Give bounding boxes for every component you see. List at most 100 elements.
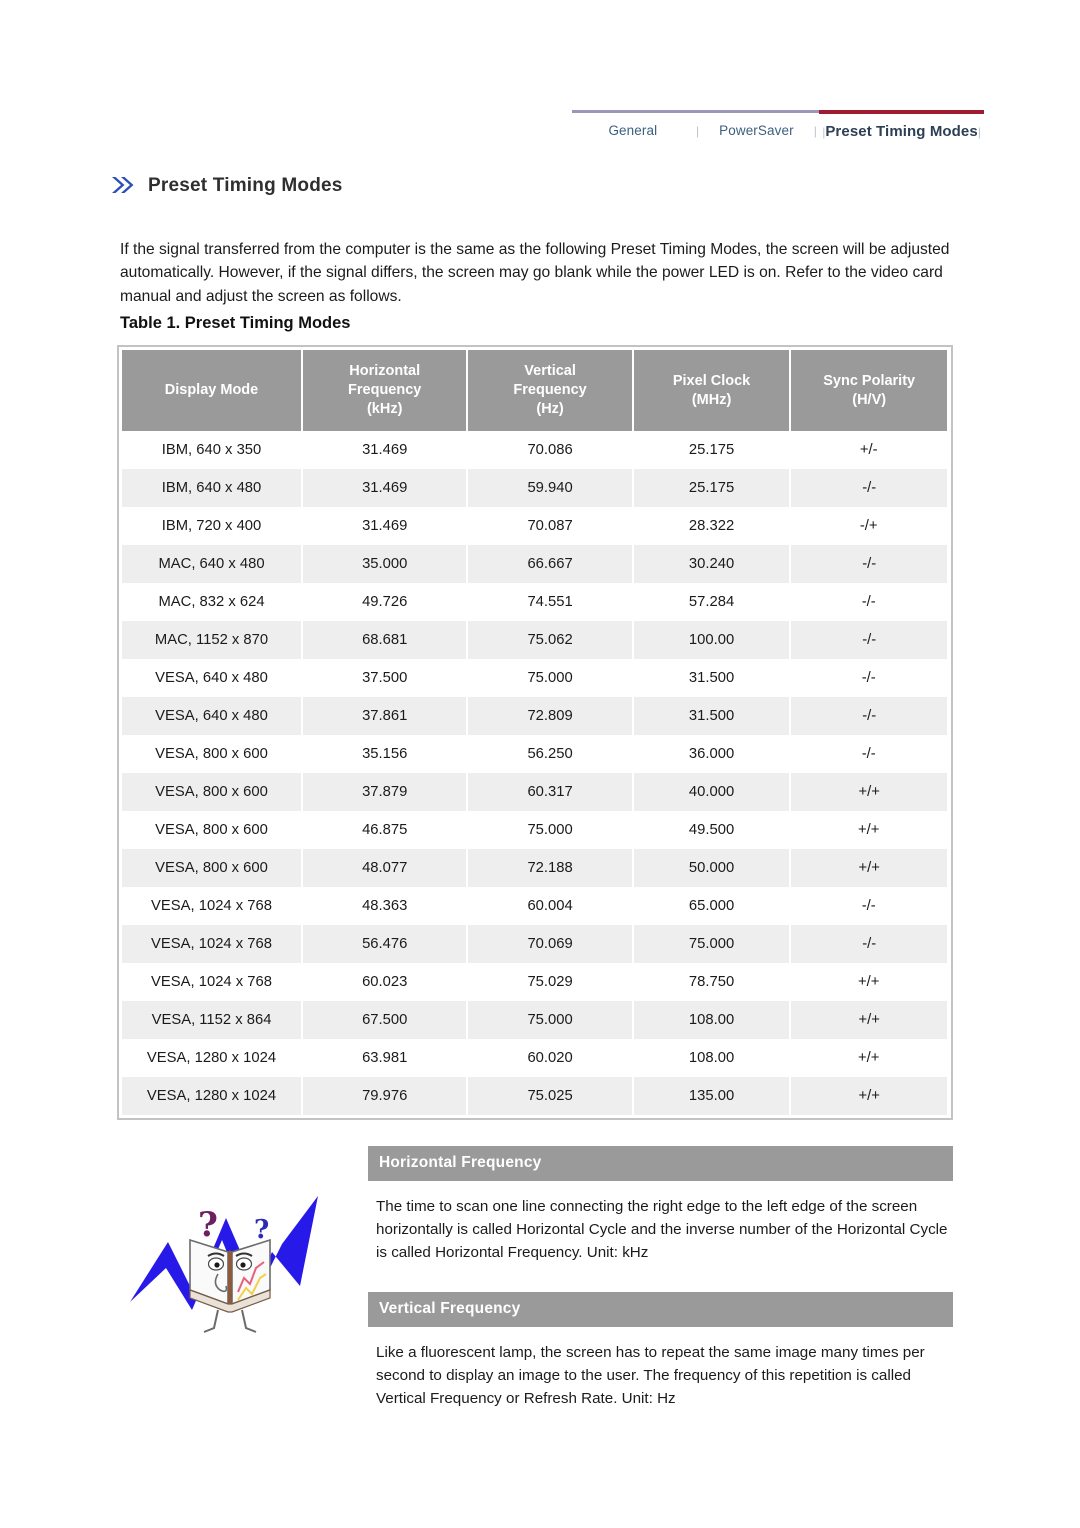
table-cell: 48.363 — [302, 887, 468, 925]
table-cell: 68.681 — [302, 621, 469, 659]
section-header-vertical-frequency: Vertical Frequency — [368, 1292, 953, 1327]
section-body-horizontal-frequency: The time to scan one line connecting the… — [376, 1198, 948, 1261]
table-cell: 78.750 — [632, 963, 791, 1001]
column-header-line: Vertical — [524, 363, 576, 379]
column-header-line: Frequency — [348, 382, 422, 398]
table-cell: 31.469 — [302, 507, 468, 545]
table-caption: Table 1. Preset Timing Modes — [120, 314, 351, 332]
info-sections: Horizontal Frequency The time to scan on… — [368, 1146, 953, 1410]
table-cell: -/+ — [790, 507, 947, 545]
column-header-pixel-clock: Pixel Clock (MHz) — [632, 350, 792, 431]
table-cell: 40.000 — [632, 773, 792, 811]
table-cell: 75.000 — [467, 811, 633, 849]
table-cell: 37.879 — [302, 773, 469, 811]
intro-paragraph: If the signal transferred from the compu… — [120, 240, 950, 305]
table-cell: 63.981 — [302, 1039, 468, 1077]
table-cell: -/- — [790, 887, 947, 925]
table-cell: VESA, 640 x 480 — [122, 697, 304, 735]
table-row: VESA, 1280 x 1024 63.981 60.020 108.00 +/+ — [122, 1039, 947, 1077]
preset-timing-modes-table-frame: Display Mode Horizontal Frequency (kHz) … — [117, 345, 953, 1120]
table-row: VESA, 1024 x 768 48.363 60.004 65.000 -/- — [122, 887, 947, 925]
table-row: IBM, 720 x 400 31.469 70.087 28.322 -/+ — [122, 507, 947, 545]
column-header-vertical-frequency: Vertical Frequency (Hz) — [467, 350, 634, 431]
tab-preset-timing-modes[interactable]: | Preset Timing Modes | — [819, 110, 984, 140]
table-row: VESA, 640 x 480 37.500 75.000 31.500 -/- — [122, 659, 947, 697]
table-cell: 56.476 — [302, 925, 469, 963]
table-cell: 49.500 — [632, 811, 791, 849]
table-row: MAC, 832 x 624 49.726 74.551 57.284 -/- — [122, 583, 947, 621]
table-cell: 35.000 — [302, 545, 469, 583]
table-cell: 60.317 — [467, 773, 634, 811]
table-cell: -/- — [790, 469, 947, 507]
page-heading: Preset Timing Modes — [110, 175, 343, 197]
table-head: Display Mode Horizontal Frequency (kHz) … — [122, 350, 947, 431]
table-cell: 48.077 — [302, 849, 469, 887]
table-cell: 75.025 — [467, 1077, 634, 1115]
table-cell: 72.188 — [467, 849, 634, 887]
table-cell: VESA, 800 x 600 — [122, 849, 304, 887]
section-body-vertical-frequency: Like a fluorescent lamp, the screen has … — [376, 1344, 925, 1407]
table-row: IBM, 640 x 480 31.469 59.940 25.175 -/- — [122, 469, 947, 507]
table-cell: +/+ — [790, 1077, 947, 1115]
table-cell: +/+ — [790, 963, 947, 1001]
table-row: VESA, 1152 x 864 67.500 75.000 108.00 +/+ — [122, 1001, 947, 1039]
table-cell: 36.000 — [632, 735, 791, 773]
tab-preset-timing-modes-label: Preset Timing Modes — [825, 123, 978, 140]
table-cell: 60.020 — [467, 1039, 633, 1077]
table-row: MAC, 1152 x 870 68.681 75.062 100.00 -/- — [122, 621, 947, 659]
column-header-line: (kHz) — [366, 401, 403, 417]
table-cell: IBM, 720 x 400 — [122, 507, 303, 545]
table-cell: 31.500 — [632, 659, 791, 697]
table-cell: 70.086 — [467, 431, 633, 469]
table-cell: VESA, 800 x 600 — [122, 735, 303, 773]
table-cell: MAC, 832 x 624 — [122, 583, 303, 621]
table-row: VESA, 1280 x 1024 79.976 75.025 135.00 +/+ — [122, 1077, 947, 1115]
svg-text:?: ? — [254, 1215, 269, 1245]
table-cell: 49.726 — [302, 583, 468, 621]
table-row: VESA, 1024 x 768 60.023 75.029 78.750 +/+ — [122, 963, 947, 1001]
preset-timing-modes-table: Display Mode Horizontal Frequency (kHz) … — [122, 350, 948, 1115]
tab-general[interactable]: General — [572, 110, 694, 140]
table-cell: VESA, 640 x 480 — [122, 659, 303, 697]
table-cell: 66.667 — [467, 545, 634, 583]
table-cell: VESA, 800 x 600 — [122, 773, 304, 811]
page-title: Preset Timing Modes — [148, 175, 343, 196]
tab-divider-glyph-2: | — [813, 124, 817, 138]
table-cell: 100.00 — [632, 621, 792, 659]
table-cell: -/- — [790, 583, 947, 621]
table-cell: -/- — [790, 735, 947, 773]
tab-edge-glyph-right: | — [977, 125, 981, 139]
column-header-line: (MHz) — [691, 391, 732, 408]
open-book-character-with-question-marks-illustration: ? ? — [130, 1196, 318, 1333]
table-cell: MAC, 1152 x 870 — [122, 621, 304, 659]
table-cell: 75.029 — [467, 963, 633, 1001]
table-cell: 37.861 — [302, 697, 469, 735]
column-header-display-mode: Display Mode — [122, 350, 304, 431]
column-header-horizontal-frequency: Horizontal Frequency (kHz) — [302, 350, 469, 431]
tab-divider-1: | — [693, 110, 702, 140]
table-cell: 60.004 — [467, 887, 633, 925]
table-cell: MAC, 640 x 480 — [122, 545, 304, 583]
table-cell: 70.069 — [467, 925, 634, 963]
table-cell: 67.500 — [302, 1001, 469, 1039]
table-cell: 25.175 — [632, 469, 792, 507]
table-row: IBM, 640 x 350 31.469 70.086 25.175 +/- — [122, 431, 947, 469]
table-row: MAC, 640 x 480 35.000 66.667 30.240 -/- — [122, 545, 947, 583]
table-cell: 25.175 — [632, 431, 791, 469]
table-cell: 135.00 — [632, 1077, 792, 1115]
table-cell: VESA, 800 x 600 — [122, 811, 303, 849]
section-header-horizontal-frequency: Horizontal Frequency — [368, 1146, 953, 1181]
tab-powersaver[interactable]: PowerSaver — [701, 110, 812, 140]
column-header-line: Frequency — [513, 382, 587, 398]
table-row: VESA, 800 x 600 37.879 60.317 40.000 +/+ — [122, 773, 947, 811]
table-cell: 37.500 — [302, 659, 468, 697]
table-cell: IBM, 640 x 350 — [122, 431, 303, 469]
table-cell: 72.809 — [467, 697, 634, 735]
table-cell: +/- — [790, 431, 947, 469]
table-cell: 28.322 — [632, 507, 791, 545]
table-cell: VESA, 1024 x 768 — [122, 925, 304, 963]
column-header-line: (H/V) — [852, 391, 887, 408]
tab-divider-2: | — [811, 110, 820, 140]
table-cell: 65.000 — [632, 887, 791, 925]
table-cell: 50.000 — [632, 849, 792, 887]
